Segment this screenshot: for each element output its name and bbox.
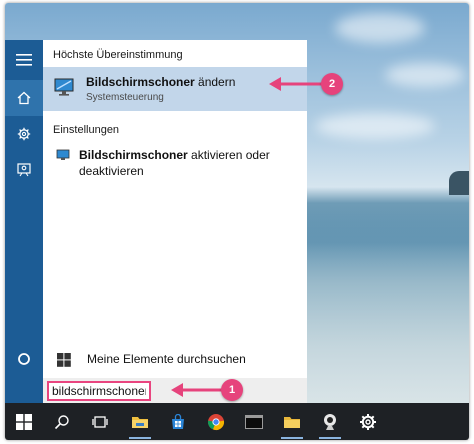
search-results-panel: Höchste Übereinstimmung Bildschirmschone… <box>43 40 307 403</box>
callout-arrow-2 <box>269 77 325 91</box>
gear-icon <box>17 127 31 141</box>
search-input[interactable] <box>47 381 151 401</box>
settings-app-button[interactable] <box>353 407 383 437</box>
task-view-button[interactable] <box>85 407 115 437</box>
terminal-icon <box>245 415 263 429</box>
file-explorer-icon <box>132 417 148 428</box>
feedback-person-icon <box>17 163 31 177</box>
screenshot-frame: Höchste Übereinstimmung Bildschirmschone… <box>5 3 469 440</box>
folder-button[interactable] <box>277 407 307 439</box>
store-icon <box>172 414 184 429</box>
search-my-items[interactable]: Meine Elemente durchsuchen <box>43 346 307 372</box>
task-view-icon <box>92 416 108 428</box>
settings-button[interactable] <box>5 116 43 152</box>
best-match-title: Bildschirmschoner ändern <box>86 75 236 89</box>
store-button[interactable] <box>163 407 193 437</box>
settings-gear-icon <box>360 414 376 430</box>
hamburger-menu-button[interactable] <box>5 42 43 78</box>
callout-badge-2: 2 <box>321 73 343 95</box>
taskbar <box>5 403 469 440</box>
webcam-button[interactable] <box>315 407 345 439</box>
monitor-icon <box>54 78 74 96</box>
settings-heading: Einstellungen <box>53 124 120 136</box>
start-menu: Höchste Übereinstimmung Bildschirmschone… <box>5 40 307 403</box>
folder-icon <box>284 417 300 428</box>
windows-logo-icon <box>16 414 32 430</box>
start-button[interactable] <box>9 407 39 437</box>
small-monitor-icon <box>56 149 70 160</box>
home-button[interactable] <box>5 80 43 116</box>
best-match-subtitle: Systemsteuerung <box>86 92 164 103</box>
feedback-button[interactable] <box>5 152 43 188</box>
home-icon <box>17 91 31 105</box>
distant-headland <box>449 171 469 195</box>
setting-result-item[interactable]: Bildschirmschoner aktivieren oder deakti… <box>43 145 307 181</box>
cortana-circle-icon <box>18 353 30 365</box>
cortana-button[interactable] <box>5 341 43 377</box>
callout-arrow-1 <box>171 383 225 397</box>
start-rail <box>5 40 43 403</box>
search-icon <box>54 415 69 430</box>
callout-badge-1: 1 <box>221 379 243 401</box>
taskbar-search-button[interactable] <box>47 407 77 437</box>
file-explorer-button[interactable] <box>125 407 155 439</box>
beach-sand <box>299 203 469 403</box>
terminal-button[interactable] <box>239 407 269 437</box>
chrome-icon <box>207 414 225 430</box>
windows-logo-icon <box>57 353 71 367</box>
setting-result-title: Bildschirmschoner aktivieren oder deakti… <box>79 148 270 178</box>
webcam-icon <box>324 414 336 430</box>
best-match-heading: Höchste Übereinstimmung <box>53 49 183 61</box>
chrome-button[interactable] <box>201 407 231 437</box>
hamburger-icon <box>16 54 32 66</box>
search-my-items-label: Meine Elemente durchsuchen <box>87 352 246 366</box>
